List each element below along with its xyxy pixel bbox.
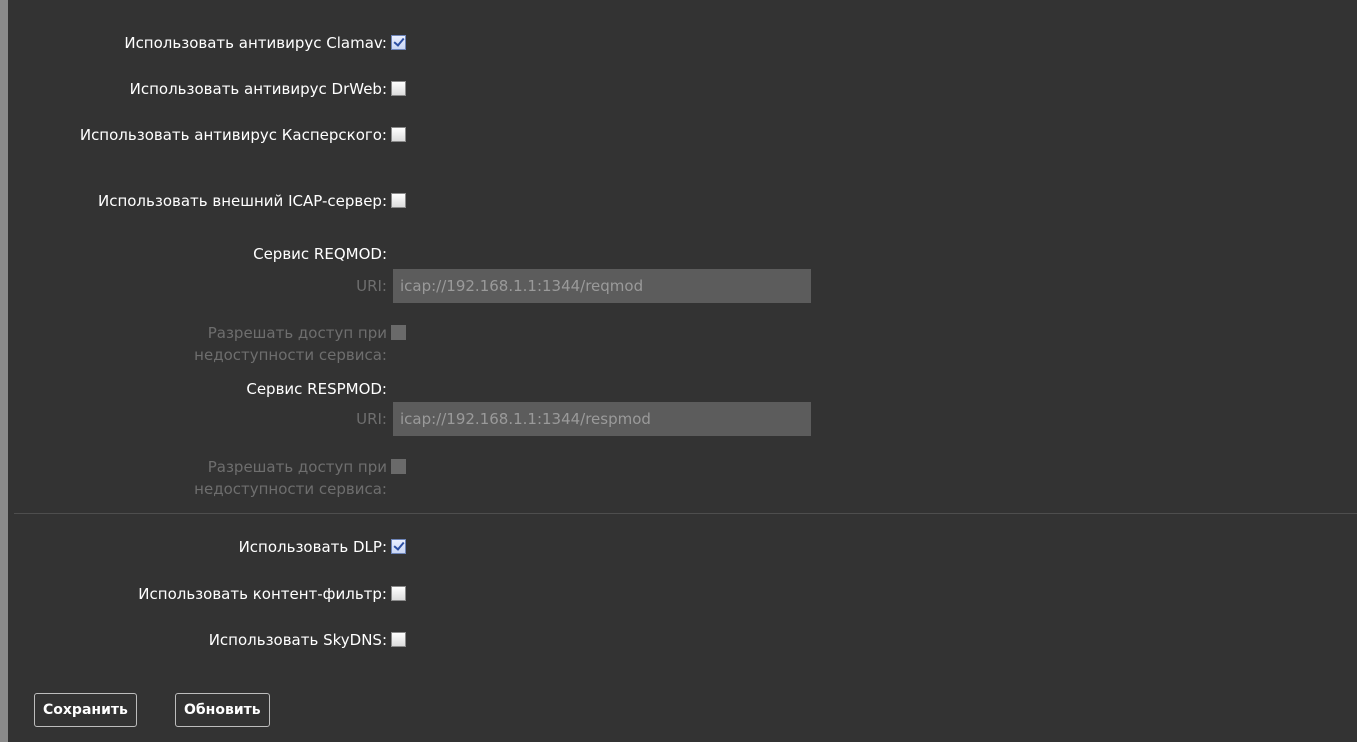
- respmod-allow-checkbox[interactable]: [391, 459, 406, 474]
- left-border: [0, 0, 8, 742]
- respmod-uri-row: URI: icap://192.168.1.1:1344/respmod: [14, 402, 811, 436]
- skydns-checkbox[interactable]: [391, 632, 406, 647]
- refresh-button[interactable]: Обновить: [175, 693, 270, 727]
- respmod-title-row: Сервис RESPMOD:: [14, 378, 387, 400]
- dlp-row: Использовать DLP:: [14, 536, 406, 558]
- clamav-row: Использовать антивирус Clamav:: [14, 32, 406, 54]
- respmod-uri-label: URI:: [356, 410, 387, 428]
- settings-page: Использовать антивирус Clamav: Использов…: [0, 0, 1357, 742]
- drweb-row: Использовать антивирус DrWeb:: [14, 78, 406, 100]
- drweb-checkbox[interactable]: [391, 81, 406, 96]
- skydns-row: Использовать SkyDNS:: [14, 629, 406, 651]
- respmod-allow-label: Разрешать доступ при недоступности серви…: [194, 458, 387, 498]
- reqmod-title: Сервис REQMOD:: [253, 245, 387, 263]
- clamav-label: Использовать антивирус Clamav:: [124, 34, 387, 52]
- reqmod-title-row: Сервис REQMOD:: [14, 243, 387, 265]
- reqmod-uri-label: URI:: [356, 277, 387, 295]
- kaspersky-label: Использовать антивирус Касперского:: [79, 126, 387, 144]
- kaspersky-row: Использовать антивирус Касперского:: [14, 124, 406, 146]
- skydns-label: Использовать SkyDNS:: [208, 631, 387, 649]
- reqmod-allow-label: Разрешать доступ при недоступности серви…: [194, 324, 387, 364]
- dlp-checkbox[interactable]: [391, 539, 406, 554]
- content-filter-label: Использовать контент-фильтр:: [138, 585, 387, 603]
- respmod-uri-input[interactable]: icap://192.168.1.1:1344/respmod: [393, 402, 811, 436]
- drweb-label: Использовать антивирус DrWeb:: [129, 80, 387, 98]
- icap-checkbox[interactable]: [391, 193, 406, 208]
- respmod-allow-row: Разрешать доступ при недоступности серви…: [14, 456, 406, 500]
- reqmod-allow-checkbox[interactable]: [391, 325, 406, 340]
- reqmod-allow-row: Разрешать доступ при недоступности серви…: [14, 322, 406, 366]
- icap-row: Использовать внешний ICAP-сервер:: [14, 190, 406, 212]
- respmod-title: Сервис RESPMOD:: [246, 380, 387, 398]
- kaspersky-checkbox[interactable]: [391, 127, 406, 142]
- save-button[interactable]: Сохранить: [34, 693, 137, 727]
- section-divider: [14, 513, 1357, 514]
- content-filter-row: Использовать контент-фильтр:: [14, 583, 406, 605]
- icap-label: Использовать внешний ICAP-сервер:: [97, 192, 387, 210]
- reqmod-uri-input[interactable]: icap://192.168.1.1:1344/reqmod: [393, 269, 811, 303]
- content-filter-checkbox[interactable]: [391, 586, 406, 601]
- dlp-label: Использовать DLP:: [238, 538, 387, 556]
- reqmod-uri-row: URI: icap://192.168.1.1:1344/reqmod: [14, 269, 811, 303]
- clamav-checkbox[interactable]: [391, 35, 406, 50]
